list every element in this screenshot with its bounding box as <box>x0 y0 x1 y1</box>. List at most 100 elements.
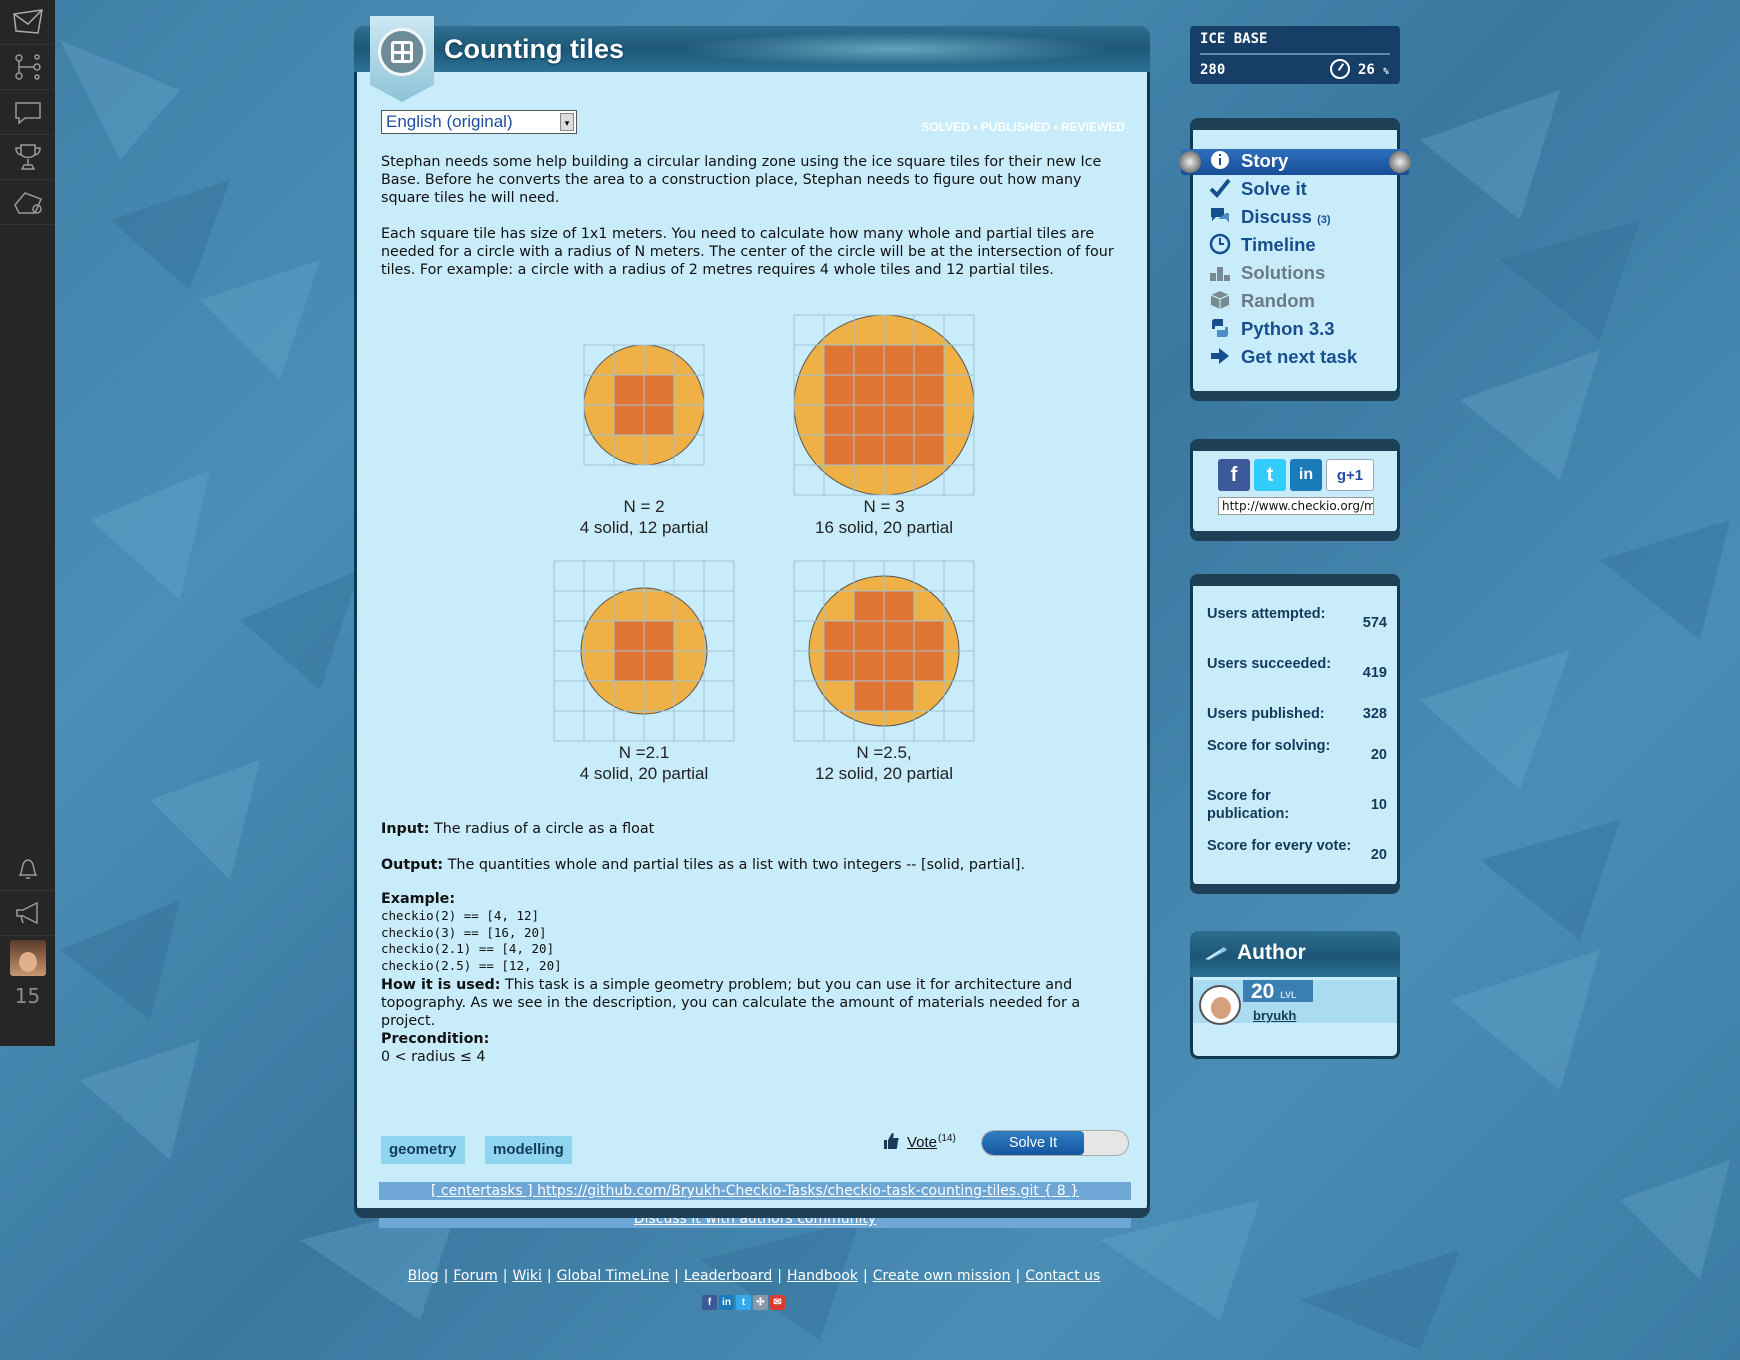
stat-label: Score for publication: <box>1207 788 1290 822</box>
footer-link-timeline[interactable]: Global TimeLine <box>557 1268 670 1284</box>
ice-base-percent: 26 % <box>1358 62 1389 78</box>
figure-desc: 12 solid, 20 partial <box>815 764 953 783</box>
page-title: Counting tiles <box>444 34 624 64</box>
menu-item-timeline[interactable]: Timeline <box>1209 231 1316 259</box>
envelope-logo-icon[interactable] <box>0 0 55 45</box>
author-name-link[interactable]: bryukh <box>1253 1008 1296 1023</box>
menu-label[interactable]: Timeline <box>1241 234 1316 255</box>
facebook-icon[interactable]: f <box>1218 459 1250 491</box>
menu-label[interactable]: Random <box>1241 290 1315 311</box>
input-text: The radius of a circle as a float <box>434 821 655 837</box>
clock-icon <box>1209 233 1231 255</box>
menu-label[interactable]: Python 3.3 <box>1241 318 1335 339</box>
footer-link-forum[interactable]: Forum <box>453 1268 497 1284</box>
author-avatar[interactable] <box>1199 985 1241 1025</box>
menu-item-next-task[interactable]: Get next task <box>1209 343 1357 371</box>
tag-geometry[interactable]: geometry <box>381 1136 465 1164</box>
author-card[interactable]: 20 LVL bryukh <box>1190 977 1400 1059</box>
code-line: checkio(2) == [4, 12] <box>381 908 540 923</box>
example-code: checkio(2) == [4, 12] checkio(3) == [16,… <box>381 908 562 974</box>
vote-label[interactable]: Vote <box>907 1134 937 1151</box>
discuss-icon <box>1211 208 1229 223</box>
footer-link-leaderboard[interactable]: Leaderboard <box>684 1268 772 1284</box>
output-text: The quantities whole and partial tiles a… <box>447 857 1026 873</box>
gmail-icon[interactable]: ✉ <box>770 1295 785 1310</box>
info-icon <box>1211 151 1229 169</box>
solve-it-label[interactable]: Solve It <box>982 1131 1084 1155</box>
figure-label: N = 3 <box>863 497 905 516</box>
quill-icon <box>1205 947 1227 960</box>
story-paragraph-1: Stephan needs some help building a circu… <box>381 154 1102 206</box>
footer-separator: | <box>546 1268 552 1284</box>
solve-it-button[interactable]: Solve It <box>981 1130 1129 1156</box>
megaphone-icon[interactable] <box>0 891 55 936</box>
menu-item-python[interactable]: Python 3.3 <box>1209 315 1335 343</box>
twitter-icon[interactable]: t <box>1254 459 1286 491</box>
menu-item-random[interactable]: Random <box>1209 287 1315 315</box>
figure-n3 <box>793 314 975 496</box>
thumbs-up-icon <box>884 1133 899 1149</box>
left-sidebar: 15 <box>0 0 55 1046</box>
figure-n25 <box>793 560 975 742</box>
code-line: checkio(2.5) == [12, 20] <box>381 957 562 973</box>
ice-base-title: ICE BASE <box>1200 31 1268 47</box>
code-line: checkio(2.1) == [4, 20] <box>381 941 555 956</box>
ice-base-widget[interactable]: ICE BASE 280 26 % <box>1190 26 1400 84</box>
chat-bubble-icon[interactable] <box>0 90 55 135</box>
footer-separator: | <box>863 1268 868 1284</box>
tree-icon[interactable] <box>0 45 55 90</box>
stat-value: 328 <box>1362 706 1387 722</box>
precondition-label: Precondition: <box>381 1031 490 1047</box>
menu-item-story[interactable]: Story <box>1209 147 1288 175</box>
stat-value: 574 <box>1362 615 1387 631</box>
linkedin-icon[interactable]: in <box>719 1295 734 1310</box>
twitter-icon[interactable]: t <box>736 1295 751 1310</box>
googleplus-icon[interactable]: ✣ <box>753 1295 768 1310</box>
vote-link[interactable]: Vote(14) <box>883 1132 956 1151</box>
stat-label: Users succeeded: <box>1207 656 1332 672</box>
language-select[interactable]: English (original) ▾ <box>381 110 577 134</box>
trophy-icon[interactable] <box>0 135 55 180</box>
linkedin-icon[interactable]: in <box>1290 459 1322 491</box>
share-url-field[interactable]: http://www.checkio.org/mission/counting-… <box>1218 497 1374 515</box>
menu-label[interactable]: Story <box>1241 150 1288 171</box>
island-icon[interactable] <box>0 180 55 225</box>
menu-item-discuss[interactable]: Discuss (3) <box>1209 203 1331 231</box>
figure-n21-caption: N =2.1 4 solid, 20 partial <box>547 742 741 784</box>
footer-separator: | <box>674 1268 679 1284</box>
precondition-section: Precondition: 0 < radius ≤ 4 <box>381 1030 1131 1066</box>
user-avatar[interactable] <box>9 940 46 976</box>
tag-modelling[interactable]: modelling <box>485 1136 572 1164</box>
chevron-down-icon[interactable]: ▾ <box>560 113 574 131</box>
menu-label[interactable]: Discuss <box>1241 206 1312 227</box>
footer-link-blog[interactable]: Blog <box>408 1268 439 1284</box>
task-body: English (original) ▾ SOLVED • PUBLISHED •… <box>354 72 1150 1228</box>
task-header: Counting tiles <box>354 26 1150 72</box>
footer-link-wiki[interactable]: Wiki <box>512 1268 541 1284</box>
dice-icon <box>1210 291 1230 309</box>
googleplus-icon[interactable]: g+1 <box>1326 459 1374 491</box>
output-section: Output: The quantities whole and partial… <box>381 856 1131 874</box>
social-share-box: f t in g+1 http://www.checkio.org/missio… <box>1190 439 1400 541</box>
figure-desc: 4 solid, 12 partial <box>579 518 709 537</box>
menu-item-solutions[interactable]: Solutions <box>1209 259 1325 287</box>
usage-section: How it is used: This task is a simple ge… <box>381 976 1131 1030</box>
menu-label[interactable]: Solve it <box>1241 178 1307 199</box>
code-line: checkio(3) == [16, 20] <box>381 924 547 940</box>
menu-label[interactable]: Get next task <box>1241 346 1357 367</box>
task-menu: Story Solve it Discuss (3) Timeline Solu… <box>1179 118 1411 401</box>
facebook-icon[interactable]: f <box>702 1295 717 1310</box>
footer-link-contact[interactable]: Contact us <box>1025 1268 1100 1284</box>
menu-label[interactable]: Solutions <box>1241 262 1325 283</box>
figure-label: N =2.5, <box>856 743 912 762</box>
bell-icon[interactable] <box>0 846 55 891</box>
precondition-text: 0 < radius ≤ 4 <box>381 1049 486 1065</box>
gauge-icon <box>1330 59 1350 79</box>
footer-separator: | <box>1015 1268 1021 1284</box>
repo-link[interactable]: [ centertasks ] https://github.com/Bryuk… <box>379 1182 1131 1200</box>
footer-link-handbook[interactable]: Handbook <box>787 1268 858 1284</box>
footer-link-create-mission[interactable]: Create own mission <box>873 1268 1011 1284</box>
podium-icon <box>1210 267 1230 281</box>
author-header: Author <box>1190 931 1400 977</box>
menu-item-solve[interactable]: Solve it <box>1209 175 1307 203</box>
